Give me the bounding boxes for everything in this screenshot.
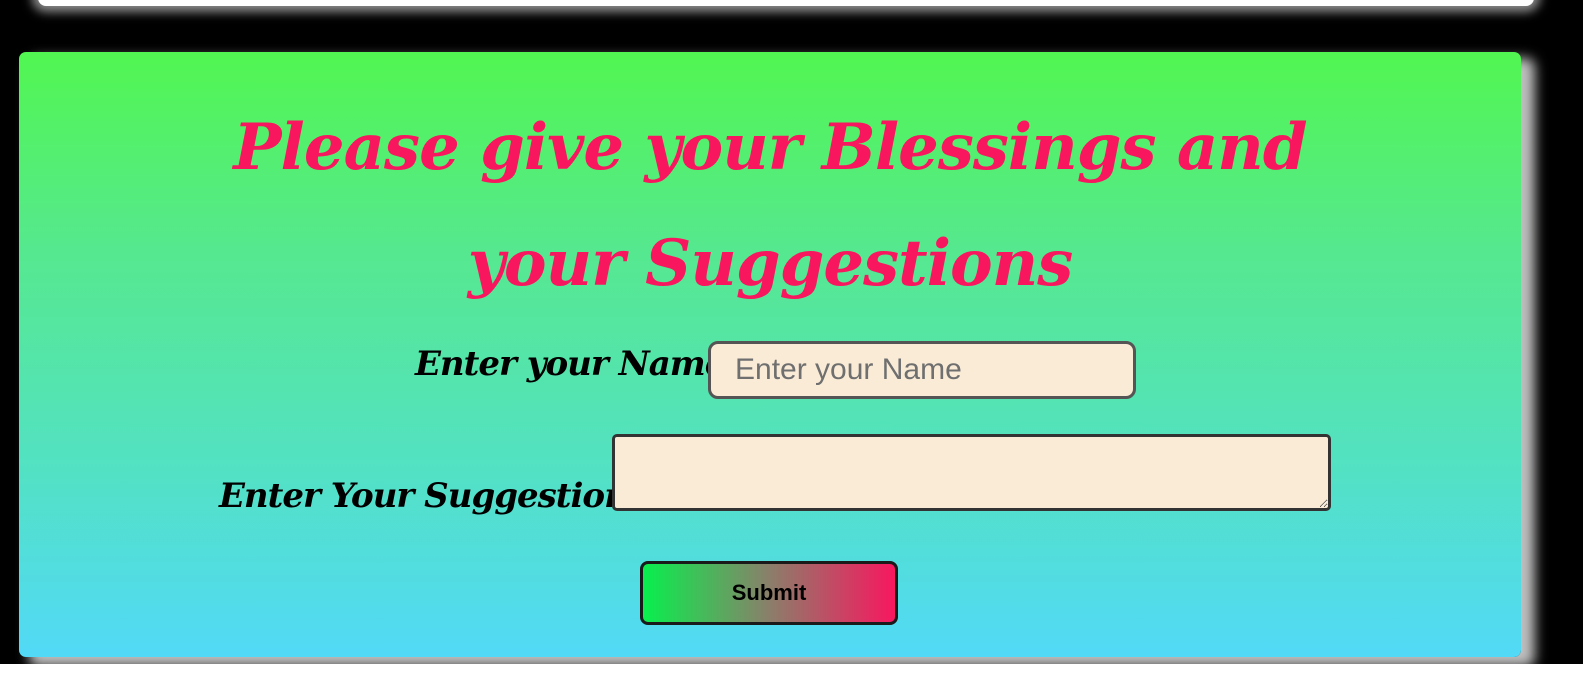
form-title: Please give your Blessings and your Sugg… bbox=[233, 110, 1307, 301]
next-section-edge bbox=[0, 664, 1583, 678]
previous-section-card bbox=[38, 0, 1534, 6]
suggestions-textarea[interactable] bbox=[612, 434, 1331, 511]
page: Please give your Blessings and your Sugg… bbox=[0, 0, 1583, 678]
name-label: Enter your Name: bbox=[415, 344, 738, 384]
feedback-form-card: Please give your Blessings and your Sugg… bbox=[19, 52, 1521, 657]
name-input[interactable] bbox=[708, 341, 1136, 399]
submit-button[interactable]: Submit bbox=[640, 561, 898, 625]
suggestions-label: Enter Your Suggestions: bbox=[219, 476, 659, 516]
